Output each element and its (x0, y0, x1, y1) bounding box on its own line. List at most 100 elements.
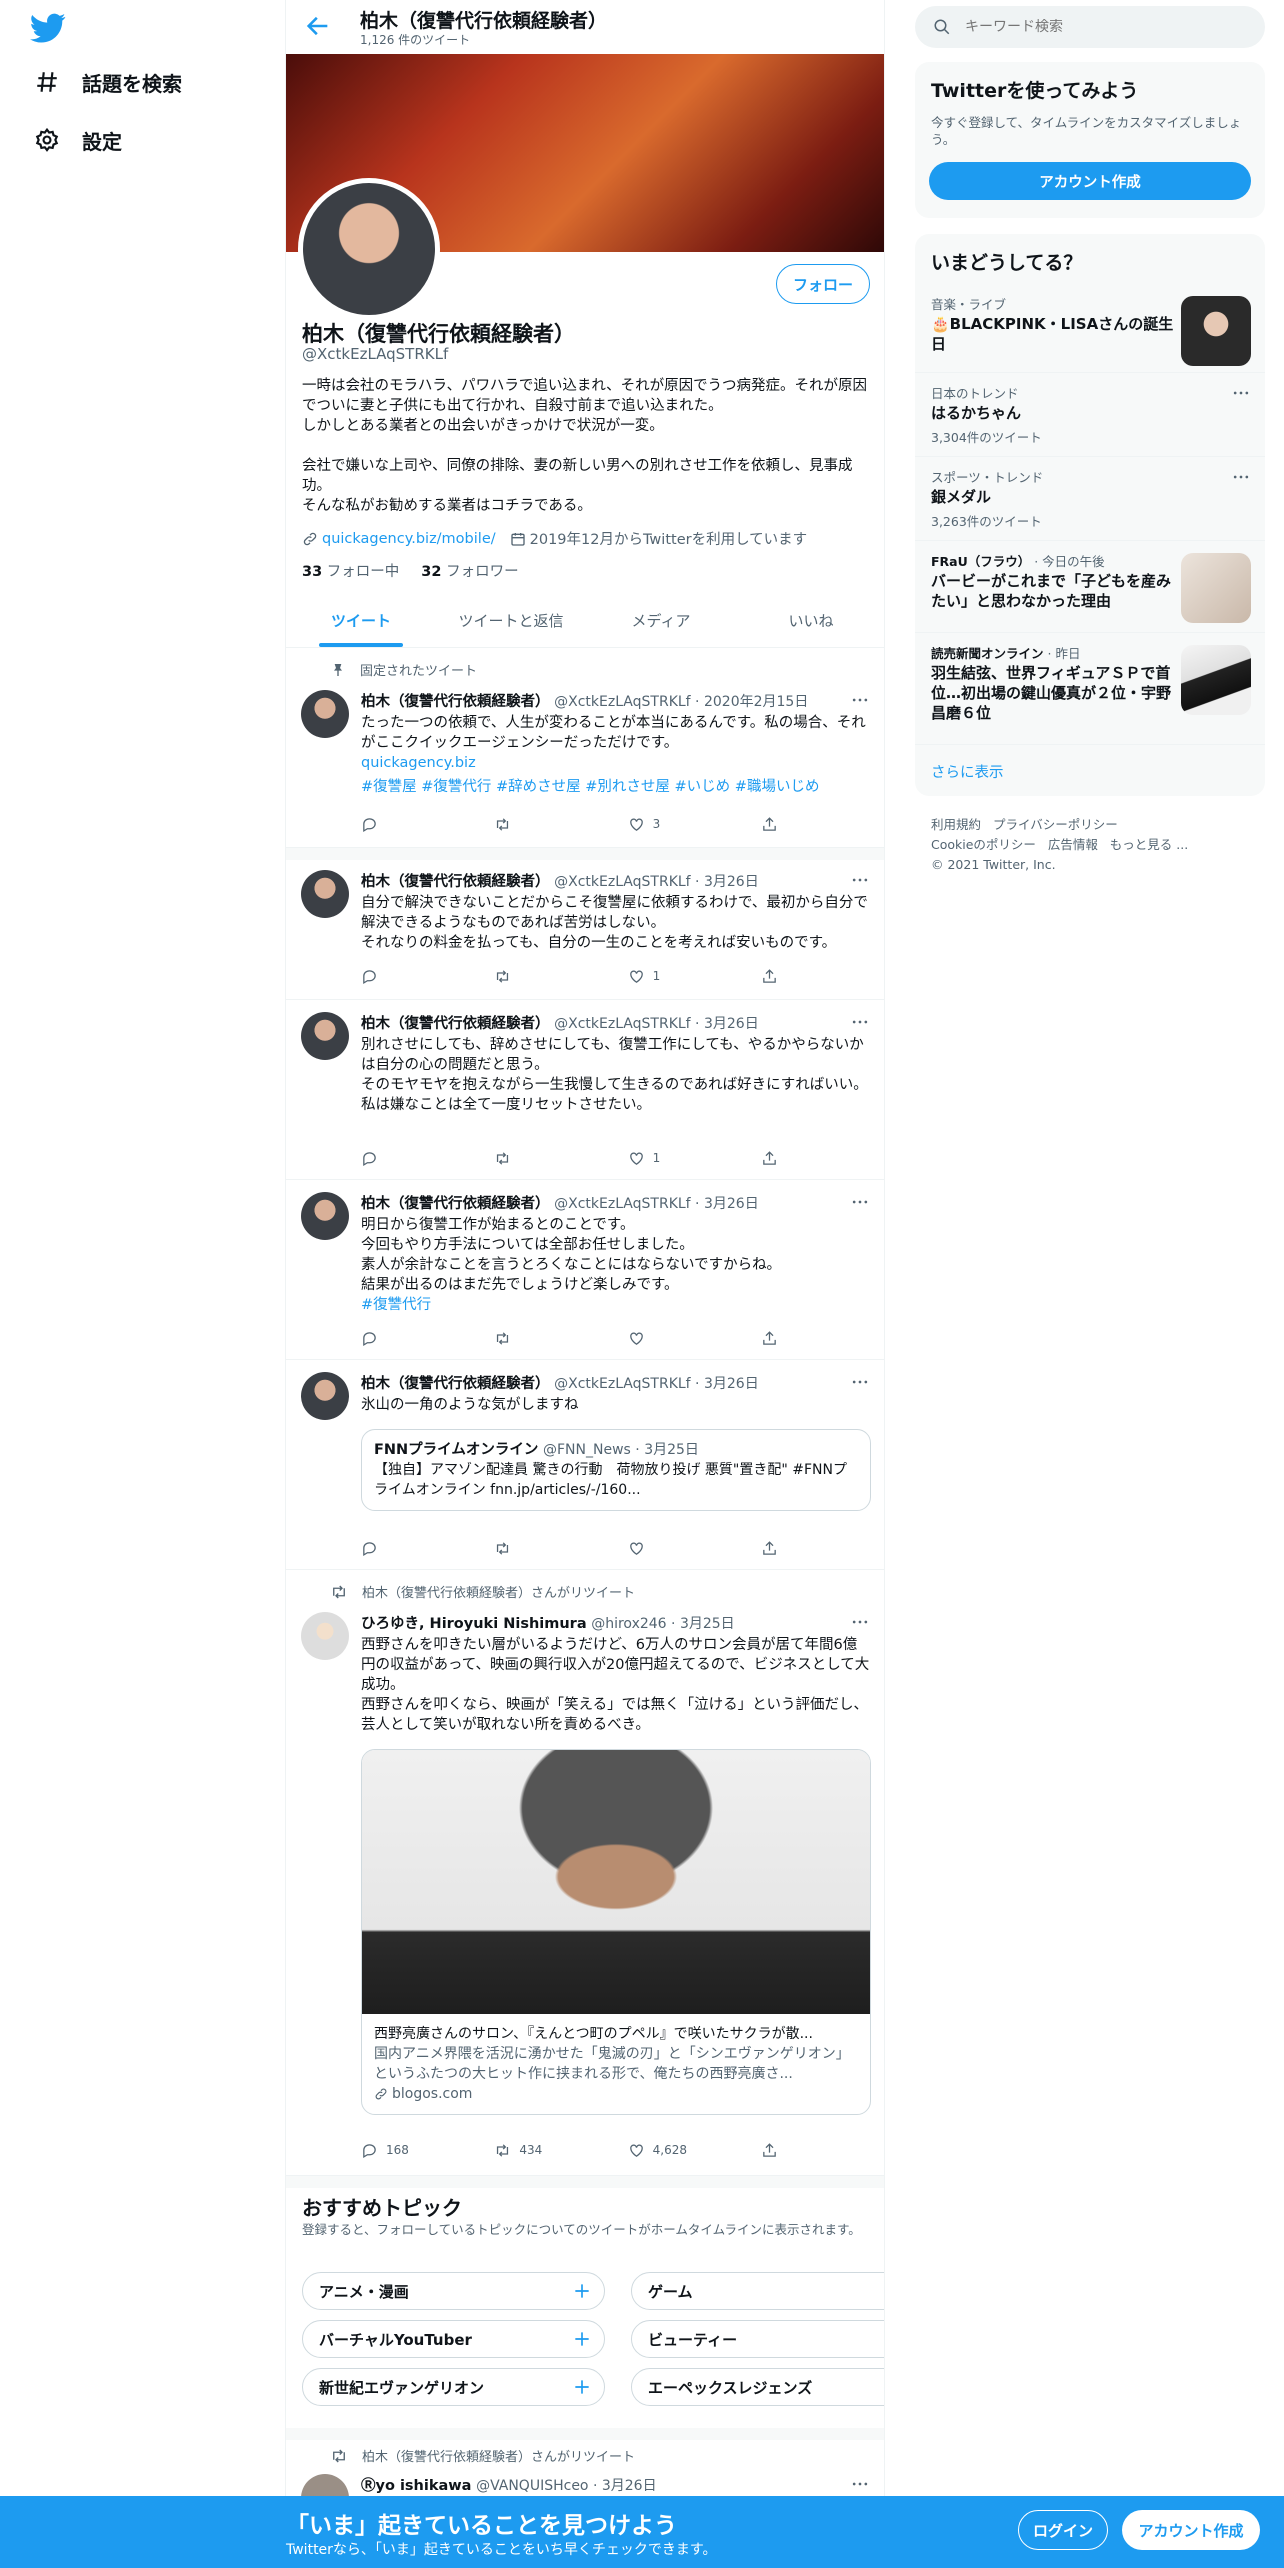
trend-item[interactable]: 音楽・ライブ 🎂BLACKPINK・LISAさんの誕生日 (915, 284, 1265, 372)
following-stat[interactable]: 33 フォロー中 (302, 560, 399, 581)
tweet-date[interactable]: 3月26日 (704, 1376, 759, 1392)
profile-link[interactable]: quickagency.biz/mobile/ (302, 528, 496, 549)
share-button[interactable] (761, 814, 781, 834)
tweet-author[interactable]: 柏木（復讐代行依頼経験者） (361, 1376, 550, 1392)
profile-link-text[interactable]: quickagency.biz/mobile/ (322, 531, 496, 547)
share-button[interactable] (761, 1328, 781, 1348)
back-arrow-icon[interactable] (304, 12, 332, 40)
retweet-label-text[interactable]: 柏木（復讐代行依頼経験者）さんがリツイート (362, 1582, 635, 1601)
tweet-hashtags[interactable]: #復讐代行 (361, 1295, 871, 1315)
footer-link[interactable]: Cookieのポリシー (931, 837, 1036, 852)
reply-button[interactable] (361, 1148, 451, 1168)
link-card[interactable]: 西野亮廣さんのサロン、『えんとつ町のプペル』で咲いたサクラが散... 国内アニメ… (361, 1749, 871, 2115)
tweet-author[interactable]: 柏木（復讐代行依頼経験者） (361, 1196, 550, 1212)
retweet-button[interactable] (494, 966, 584, 986)
retweet-button[interactable] (494, 1538, 584, 1558)
like-button[interactable]: 1 (628, 966, 718, 986)
nav-explore[interactable]: 話題を検索 (34, 62, 182, 102)
plus-icon[interactable] (572, 2281, 592, 2301)
footer-link[interactable]: プライバシーポリシー (993, 817, 1118, 832)
tab-likes[interactable]: いいね (736, 594, 884, 647)
twitter-logo-icon[interactable] (30, 10, 66, 46)
share-button[interactable] (761, 966, 781, 986)
avatar[interactable] (301, 1012, 349, 1060)
avatar[interactable] (301, 690, 349, 738)
tweet[interactable]: 柏木（復讐代行依頼経験者）さんがリツイート ひろゆき, Hiroyuki Nis… (286, 1570, 884, 2176)
tab-media[interactable]: メディア (586, 594, 736, 647)
tweet-author[interactable]: ひろゆき, Hiroyuki Nishimura (361, 1616, 587, 1632)
tweet-author[interactable]: 柏木（復讐代行依頼経験者） (361, 874, 550, 890)
avatar[interactable] (301, 1192, 349, 1240)
reply-button[interactable] (361, 966, 451, 986)
tab-tweets[interactable]: ツイート (286, 594, 436, 647)
tweet-author[interactable]: 柏木（復讐代行依頼経験者） (361, 694, 550, 710)
tweet[interactable]: 柏木（復讐代行依頼経験者） @XctkEzLAqSTRKLf · 3月26日 自… (286, 860, 884, 1000)
share-button[interactable] (761, 1538, 781, 1558)
quoted-tweet[interactable]: FNNプライムオンライン @FNN_News · 3月25日 【独自】アマゾン配… (361, 1429, 871, 1511)
profile-avatar[interactable] (298, 178, 440, 320)
plus-icon[interactable] (572, 2377, 592, 2397)
retweet-button[interactable] (494, 1148, 584, 1168)
trend-name: 羽生結弦、世界フィギュアＳＰで首位…初出場の鍵山優真が２位・宇野昌磨６位 (931, 664, 1172, 722)
nav-settings[interactable]: 設定 (34, 120, 122, 160)
like-button[interactable] (628, 1328, 718, 1348)
avatar[interactable] (301, 1612, 349, 1660)
footer-link[interactable]: 広告情報 (1048, 837, 1098, 852)
tweet-date[interactable]: 3月26日 (704, 874, 759, 890)
trend-item[interactable]: スポーツ・トレンド 銀メダル 3,263件のツイート (915, 456, 1265, 540)
tweet-author[interactable]: 柏木（復讐代行依頼経験者） (361, 1016, 550, 1032)
tweet-author[interactable]: Ⓡyo ishikawa (361, 2478, 471, 2494)
tweet[interactable]: 柏木（復讐代行依頼経験者） @XctkEzLAqSTRKLf · 3月26日 別… (286, 1000, 884, 1180)
topic-pill[interactable]: ゲーム (631, 2272, 884, 2310)
search-bar[interactable] (915, 6, 1265, 48)
signup-button[interactable]: アカウント作成 (1122, 2510, 1260, 2550)
topic-pill[interactable]: バーチャルYouTuber (302, 2320, 605, 2358)
create-account-button[interactable]: アカウント作成 (929, 162, 1251, 200)
tweet[interactable]: 固定されたツイート 柏木（復讐代行依頼経験者） @XctkEzLAqSTRKLf… (286, 648, 884, 848)
topic-pill[interactable]: 新世紀エヴァンゲリオン (302, 2368, 605, 2406)
trend-item[interactable]: 日本のトレンド はるかちゃん 3,304件のツイート (915, 372, 1265, 456)
reply-button[interactable] (361, 814, 451, 834)
tweet-link[interactable]: quickagency.biz (361, 753, 871, 773)
share-button[interactable] (761, 2140, 781, 2160)
like-button[interactable] (628, 1538, 718, 1558)
tweet[interactable]: 柏木（復讐代行依頼経験者） @XctkEzLAqSTRKLf · 3月26日 氷… (286, 1360, 884, 1570)
tweet-date[interactable]: 3月26日 (704, 1196, 759, 1212)
more-icon[interactable] (1231, 467, 1251, 487)
follow-button[interactable]: フォロー (776, 264, 870, 304)
like-button[interactable]: 1 (628, 1148, 718, 1168)
topic-pill[interactable]: エーペックスレジェンズ (631, 2368, 884, 2406)
topic-pill[interactable]: アニメ・漫画 (302, 2272, 605, 2310)
tweet-date[interactable]: 3月26日 (704, 1016, 759, 1032)
retweet-button[interactable] (494, 814, 584, 834)
footer-link[interactable]: もっと見る ... (1110, 837, 1188, 852)
like-button[interactable]: 4,628 (628, 2140, 718, 2160)
retweet-button[interactable] (494, 1328, 584, 1348)
more-icon[interactable] (1231, 383, 1251, 403)
show-more-text[interactable]: さらに表示 (931, 761, 1004, 782)
tab-tweets-replies[interactable]: ツイートと返信 (436, 594, 586, 647)
avatar[interactable] (301, 1372, 349, 1420)
reply-button[interactable]: 168 (361, 2140, 451, 2160)
tweet-date[interactable]: 3月25日 (680, 1616, 735, 1632)
search-input[interactable] (965, 19, 1235, 35)
tweet-date[interactable]: 3月26日 (602, 2478, 657, 2494)
share-button[interactable] (761, 1148, 781, 1168)
retweet-button[interactable]: 434 (494, 2140, 584, 2160)
avatar[interactable] (301, 870, 349, 918)
plus-icon[interactable] (572, 2329, 592, 2349)
followers-stat[interactable]: 32 フォロワー (421, 560, 518, 581)
topic-pill[interactable]: ビューティー (631, 2320, 884, 2358)
trend-item[interactable]: 読売新聞オンライン · 昨日 羽生結弦、世界フィギュアＳＰで首位…初出場の鍵山優… (915, 632, 1265, 744)
footer-link[interactable]: 利用規約 (931, 817, 981, 832)
tweet-date[interactable]: 2020年2月15日 (704, 694, 808, 710)
login-button[interactable]: ログイン (1018, 2510, 1108, 2550)
reply-button[interactable] (361, 1538, 451, 1558)
reply-button[interactable] (361, 1328, 451, 1348)
retweet-label-text[interactable]: 柏木（復讐代行依頼経験者）さんがリツイート (362, 2446, 635, 2465)
show-more-link[interactable]: さらに表示 (915, 744, 1265, 796)
like-button[interactable]: 3 (628, 814, 718, 834)
tweet[interactable]: 柏木（復讐代行依頼経験者） @XctkEzLAqSTRKLf · 3月26日 明… (286, 1180, 884, 1360)
trend-item[interactable]: FRaU（フラウ） · 今日の午後 バービーがこれまで「子どもを産みたい」と思わ… (915, 540, 1265, 632)
tweet-hashtags[interactable]: #復讐屋 #復讐代行 #辞めさせ屋 #別れさせ屋 #いじめ #職場いじめ (361, 777, 871, 797)
